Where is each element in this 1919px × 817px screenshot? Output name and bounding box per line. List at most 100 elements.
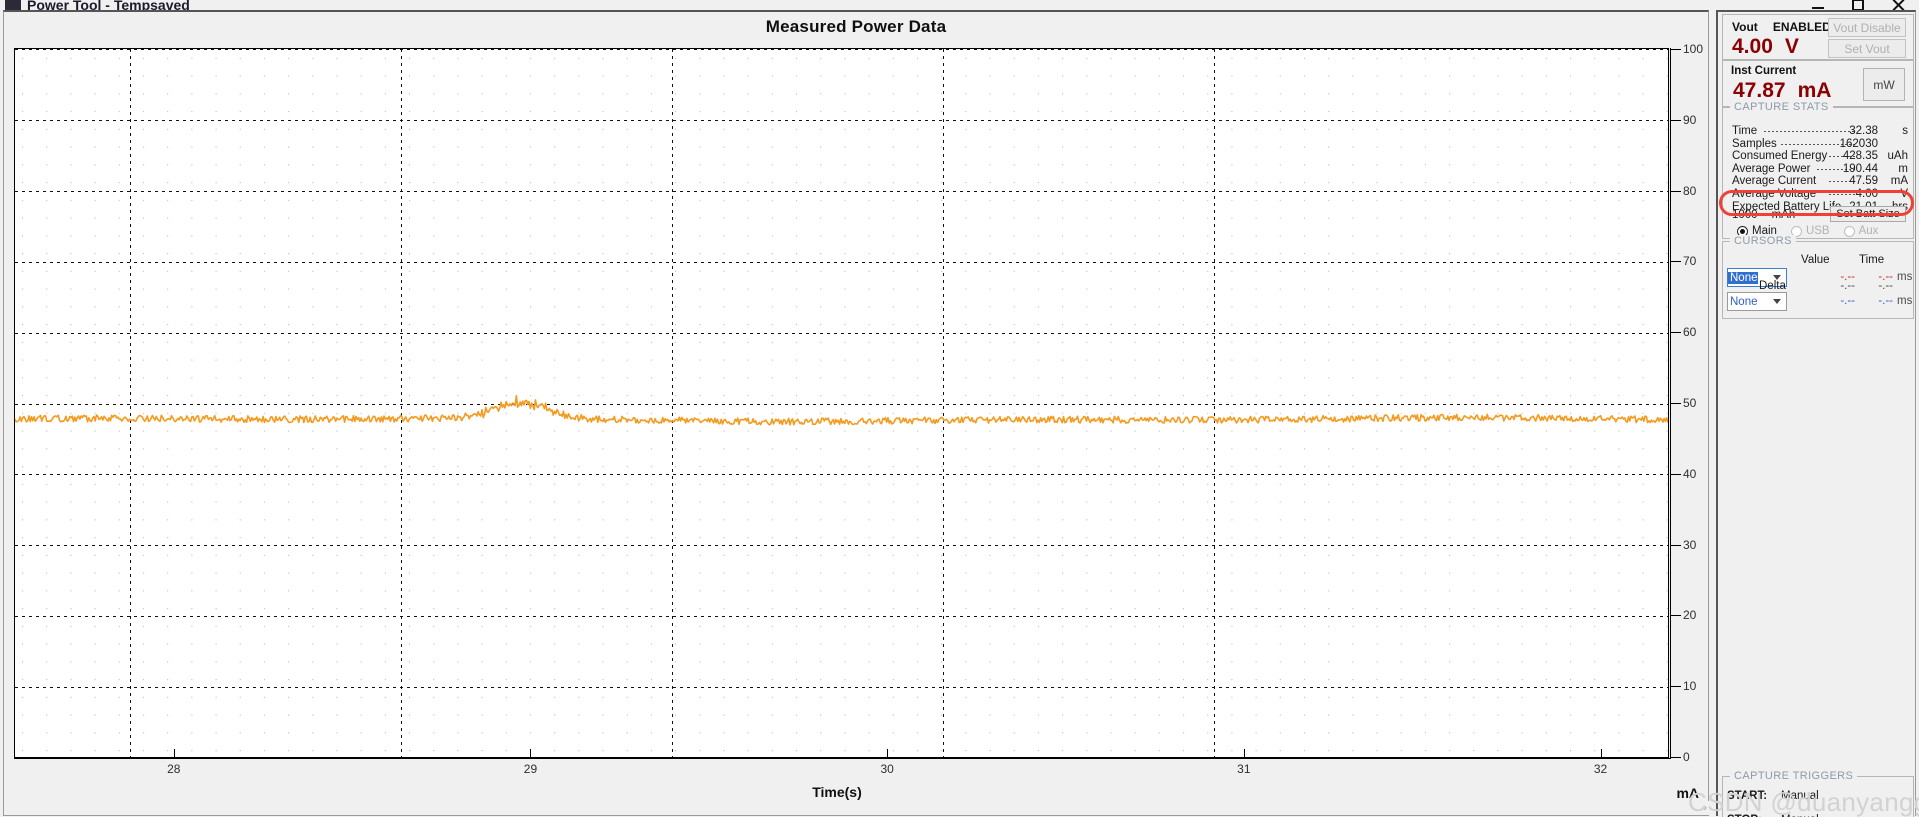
vout-value-display: 4.00 V	[1732, 35, 1799, 59]
vout-state: ENABLED	[1772, 20, 1831, 34]
rail-radio-aux[interactable]: Aux	[1843, 225, 1879, 237]
inst-current-value: 47.87	[1733, 79, 1786, 102]
battery-size-unit: mAh	[1771, 209, 1796, 221]
cursors-time-header: Time	[1859, 254, 1885, 266]
cursor2-value: -.--	[1840, 295, 1855, 307]
power-unit-toggle-button[interactable]: mW	[1863, 68, 1905, 101]
y-axis-tick	[1670, 686, 1681, 688]
cursor2-select[interactable]: None	[1727, 292, 1787, 311]
y-axis-tick	[1670, 49, 1681, 50]
x-axis-tick	[1600, 749, 1602, 759]
y-axis-tick	[1670, 757, 1681, 758]
capture-stat-name: Average Power	[1732, 162, 1811, 175]
capture-stat-value: 4.00	[1855, 188, 1878, 200]
capture-stat-row: Average Current 47.59 mA	[1732, 175, 1908, 188]
cursors-group: CURSORS Value Time None -.-- -.-- ms Del…	[1722, 235, 1914, 319]
y-axis-tick-label: 20	[1683, 608, 1697, 623]
x-axis-line	[14, 758, 1670, 759]
capture-stat-unit: m	[1898, 162, 1908, 175]
capture-stat-name: Average Current	[1732, 175, 1817, 188]
y-axis-tick	[1670, 119, 1681, 121]
capture-stat-unit: uAh	[1887, 150, 1908, 163]
y-axis-tick-label: 0	[1683, 750, 1690, 764]
rail-radio-label: Aux	[1858, 225, 1879, 237]
x-axis-tick-label: 30	[880, 762, 894, 776]
inst-current-display: 47.87 mA	[1733, 79, 1831, 103]
cursor2-time: -.--	[1878, 295, 1893, 307]
y-axis-tick-label: 50	[1683, 396, 1697, 410]
y-axis-tick	[1670, 473, 1681, 475]
set-batt-size-button[interactable]: Set Batt Size	[1830, 206, 1906, 222]
capture-stat-row: Average Voltage 4.00 V	[1732, 188, 1908, 201]
y-axis-tick	[1670, 615, 1681, 617]
cursor1-time-unit: ms	[1897, 271, 1913, 283]
capture-stat-leader	[1828, 194, 1856, 195]
capture-stat-value: 190.44	[1842, 162, 1878, 175]
set-vout-button[interactable]: Set Vout	[1828, 39, 1906, 58]
vout-value: 4.00	[1732, 35, 1773, 58]
capture-stat-value: 47.59	[1849, 175, 1878, 188]
chart-title: Measured Power Data	[765, 17, 947, 36]
x-axis-tick-label: 31	[1237, 762, 1251, 776]
y-axis-tick-label: 30	[1683, 537, 1697, 552]
radio-icon	[1843, 225, 1855, 237]
cursor1-select-value: None	[1728, 271, 1758, 284]
x-axis-tick	[887, 749, 889, 759]
plot-area[interactable]	[14, 48, 1669, 758]
vout-label: Vout	[1732, 20, 1758, 34]
watermark-text: CSDN @duanyanggang	[1688, 787, 1919, 817]
horizontal-scrollbar[interactable]: ›	[7, 801, 1713, 815]
capture-stat-row: Samples 162030	[1732, 138, 1908, 151]
capture-stat-row: Average Power 190.44 m	[1732, 163, 1908, 176]
capture-stat-name: Average Voltage	[1732, 188, 1817, 200]
inst-current-label: Inst Current	[1731, 65, 1797, 77]
vout-disable-button[interactable]: Vout Disable	[1828, 18, 1906, 37]
y-axis-tick-label: 90	[1683, 112, 1697, 127]
rail-radio-usb[interactable]: USB	[1790, 225, 1830, 237]
x-axis-title: Time(s)	[812, 784, 862, 800]
cursor2-select-value: None	[1730, 295, 1758, 308]
application-window: Power Tool - Tempsaved Measured Power Da…	[0, 0, 1919, 817]
x-axis-tick-label: 29	[523, 762, 538, 776]
capture-stat-row: Time 32.38 s	[1732, 125, 1908, 138]
current-trace	[15, 394, 1668, 426]
capture-stat-row: Consumed Energy 428.35 uAh	[1732, 150, 1908, 163]
cursor2-time-unit: ms	[1897, 295, 1913, 307]
y-axis-tick-label: 60	[1683, 325, 1697, 340]
rail-radio-label: USB	[1805, 225, 1830, 237]
vout-header: Vout ENABLED	[1732, 20, 1831, 34]
y-axis-tick-label: 70	[1683, 254, 1697, 269]
capture-stats-legend: CAPTURE STATS	[1730, 101, 1833, 113]
y-axis-tick-label: 100	[1683, 42, 1704, 56]
chart-panel: Measured Power Data 0 10 20 30 40 50 60 …	[3, 10, 1713, 816]
capture-stat-name: Consumed Energy	[1732, 150, 1828, 163]
capture-stats-group: CAPTURE STATS Time 32.38 s Samples 162030 Con…	[1722, 101, 1914, 239]
cursors-value-header: Value	[1801, 254, 1830, 266]
x-axis-tick	[1243, 749, 1245, 759]
cursors-legend: CURSORS	[1730, 235, 1796, 247]
capture-stat-unit: V	[1900, 188, 1908, 200]
y-axis-tick	[1670, 332, 1681, 334]
vout-unit: V	[1784, 35, 1799, 58]
y-axis-tick-label: 40	[1683, 466, 1697, 481]
capture-stat-leader	[1763, 131, 1856, 132]
capture-stat-unit: s	[1902, 125, 1908, 137]
capture-stat-unit: mA	[1890, 175, 1908, 188]
cursor-delta-label: Delta	[1759, 280, 1786, 292]
capture-stat-value: 162030	[1839, 137, 1878, 150]
capture-stat-name: Time	[1732, 125, 1758, 137]
inst-current-unit: mA	[1797, 79, 1832, 102]
x-axis-tick-label: 28	[167, 762, 181, 776]
y-axis-tick	[1670, 544, 1681, 546]
y-axis-tick-label: 80	[1683, 183, 1697, 198]
control-sidebar: Vout ENABLED 4.00 V Vout Disable Set Vout…	[1716, 10, 1916, 817]
y-axis-tick	[1670, 403, 1681, 404]
y-axis-tick-label: 10	[1683, 679, 1697, 694]
x-axis-tick-label: 32	[1593, 762, 1608, 776]
cursor-delta-time: -.--	[1878, 280, 1893, 292]
battery-size-value: 1000	[1732, 209, 1758, 221]
vout-group: Vout ENABLED 4.00 V Vout Disable Set Vout	[1722, 14, 1914, 60]
capture-triggers-legend: CAPTURE TRIGGERS	[1730, 770, 1858, 782]
y-axis: 0 10 20 30 40 50 60 70 80 90 100	[1670, 42, 1710, 764]
capture-stat-name: Samples	[1732, 137, 1777, 150]
